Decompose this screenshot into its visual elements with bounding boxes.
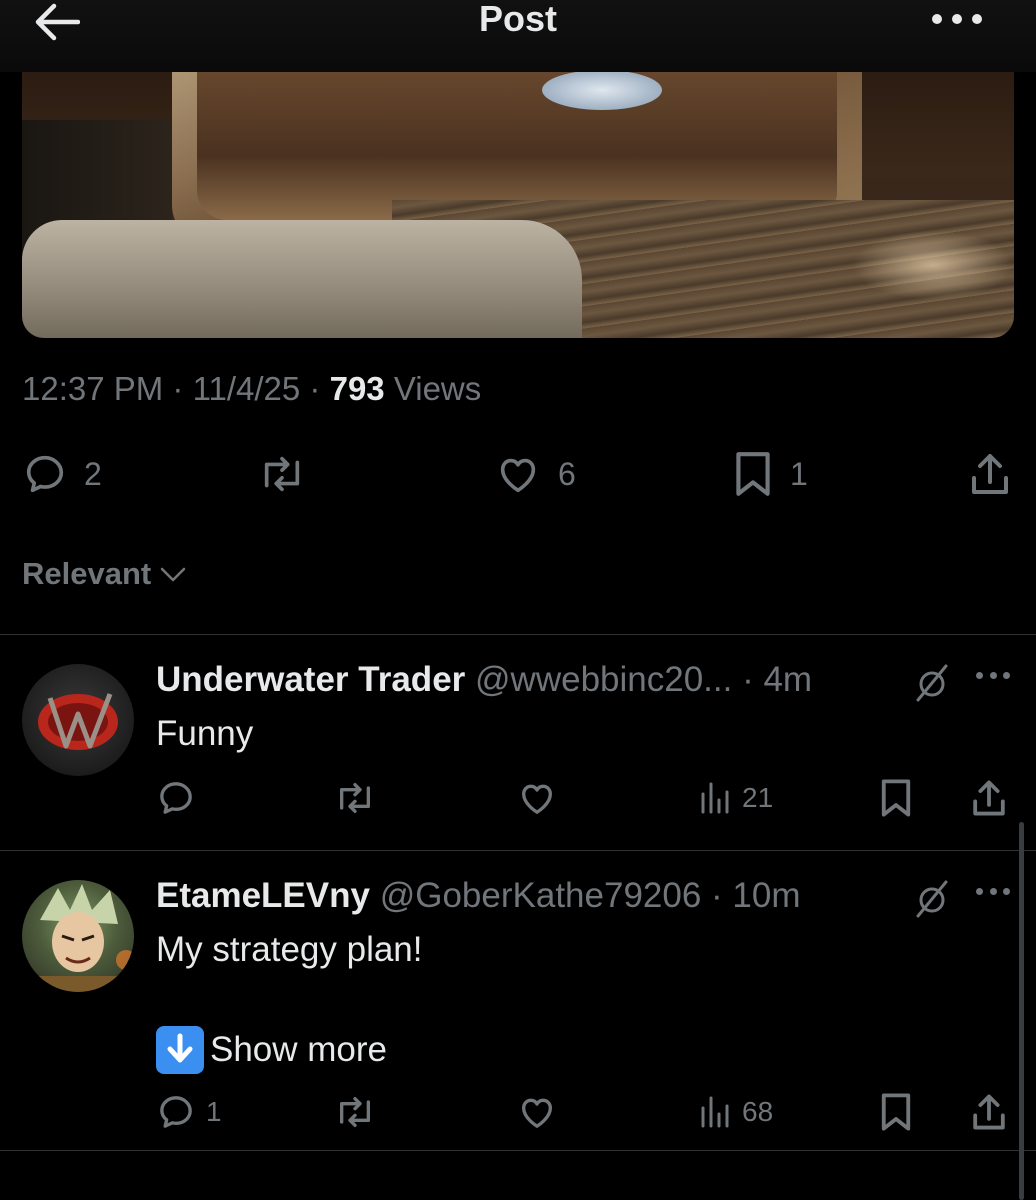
author-handle[interactable]: @GoberKathe79206 — [380, 876, 702, 915]
like-button[interactable] — [516, 1090, 558, 1134]
heart-icon — [500, 458, 536, 493]
down-arrow-emoji-icon — [156, 1026, 204, 1074]
reply-text: Funny — [156, 714, 254, 753]
repost-icon — [264, 456, 300, 492]
more-dot-icon — [989, 672, 997, 679]
reply-item[interactable]: EtameLEVny @GoberKathe79206 · 10m My str… — [0, 876, 1036, 1150]
more-dot-icon — [1003, 672, 1010, 679]
more-dot-icon — [976, 888, 983, 895]
repost-button[interactable] — [256, 450, 308, 498]
bookmark-icon — [881, 779, 911, 817]
avatar[interactable] — [22, 880, 134, 992]
scrollbar[interactable] — [1019, 822, 1024, 1200]
share-button[interactable] — [970, 1090, 1008, 1134]
reply-count: 1 — [206, 1096, 222, 1127]
reply-count: 2 — [84, 455, 102, 492]
author-handle[interactable]: @wwebbinc20... — [475, 660, 732, 699]
reply-button[interactable]: 2 — [22, 450, 102, 498]
reply-more-button[interactable] — [976, 672, 1010, 682]
comment-icon — [26, 455, 64, 493]
repost-button[interactable] — [332, 776, 378, 820]
views-button[interactable]: 68 — [700, 1090, 773, 1134]
share-button[interactable] — [968, 450, 1012, 498]
heart-icon — [522, 784, 552, 814]
more-dot-icon — [932, 14, 942, 24]
views-count: 68 — [742, 1096, 774, 1127]
more-dot-icon — [989, 888, 997, 895]
reply-header: EtameLEVny @GoberKathe79206 · 10m — [156, 876, 801, 915]
grok-icon[interactable] — [914, 878, 950, 918]
sort-label: Relevant — [22, 556, 152, 591]
share-icon — [972, 454, 1008, 494]
post-date: 11/4/25 — [192, 370, 301, 407]
anime-avatar-icon — [22, 884, 134, 992]
divider — [0, 1150, 1036, 1151]
more-dot-icon — [952, 14, 962, 24]
author-name[interactable]: EtameLEVny — [156, 876, 370, 915]
reply-more-button[interactable] — [976, 888, 1010, 898]
analytics-icon — [701, 782, 729, 814]
show-more-label: Show more — [210, 1030, 388, 1069]
reply-header: Underwater Trader @wwebbinc20... · 4m — [156, 660, 813, 699]
author-name[interactable]: Underwater Trader — [156, 660, 465, 699]
views-count: 21 — [742, 782, 774, 813]
avatar[interactable] — [22, 664, 134, 776]
share-button[interactable] — [970, 776, 1008, 820]
views-button[interactable]: 21 — [700, 776, 773, 820]
show-more-link[interactable]: Show more — [156, 1026, 387, 1074]
post-time: 12:37 PM — [22, 370, 164, 407]
post-meta: 12:37 PM · 11/4/25 · 793 Views — [22, 370, 482, 407]
repost-icon — [339, 1097, 370, 1127]
reply-item[interactable]: Underwater Trader @wwebbinc20... · 4m Fu… — [0, 660, 1036, 850]
views-count[interactable]: 793 — [330, 370, 385, 407]
reply-sort-dropdown[interactable]: Relevant — [22, 556, 187, 592]
bookmark-icon — [736, 452, 770, 496]
comment-icon — [160, 1096, 192, 1128]
divider — [0, 850, 1036, 851]
more-dot-icon — [976, 672, 983, 679]
comment-icon — [160, 782, 192, 814]
grok-icon[interactable] — [914, 662, 950, 702]
share-icon — [973, 780, 1005, 816]
bookmark-button[interactable] — [878, 776, 914, 820]
repost-icon — [339, 783, 370, 813]
more-options-button[interactable] — [932, 4, 982, 34]
page-title: Post — [478, 0, 557, 39]
top-bar: Post — [0, 0, 1036, 72]
post-action-bar: 2 6 1 — [22, 450, 1014, 498]
reply-button[interactable] — [156, 776, 196, 820]
bookmark-button[interactable] — [878, 1090, 914, 1134]
like-button[interactable] — [516, 776, 558, 820]
bookmark-count: 1 — [790, 455, 808, 492]
reply-time: 4m — [763, 660, 813, 699]
repost-button[interactable] — [332, 1090, 378, 1134]
reply-text: My strategy plan! — [156, 930, 423, 969]
chevron-down-icon — [160, 567, 186, 582]
reply-time: 10m — [732, 876, 801, 915]
like-count: 6 — [558, 455, 576, 492]
bookmark-icon — [881, 1093, 911, 1131]
w-logo-icon — [38, 693, 118, 750]
reply-button[interactable]: 1 — [156, 1090, 222, 1134]
like-button[interactable]: 6 — [494, 450, 576, 498]
share-icon — [973, 1094, 1005, 1130]
analytics-icon — [701, 1096, 729, 1128]
divider — [0, 634, 1036, 635]
reply-action-bar: 21 — [156, 776, 1014, 820]
bookmark-button[interactable]: 1 — [732, 450, 808, 498]
more-dot-icon — [972, 14, 982, 24]
views-label: Views — [393, 370, 482, 407]
post-image[interactable] — [22, 60, 1014, 338]
more-dot-icon — [1003, 888, 1010, 895]
heart-icon — [522, 1098, 552, 1128]
reply-action-bar: 1 68 — [156, 1090, 1014, 1134]
